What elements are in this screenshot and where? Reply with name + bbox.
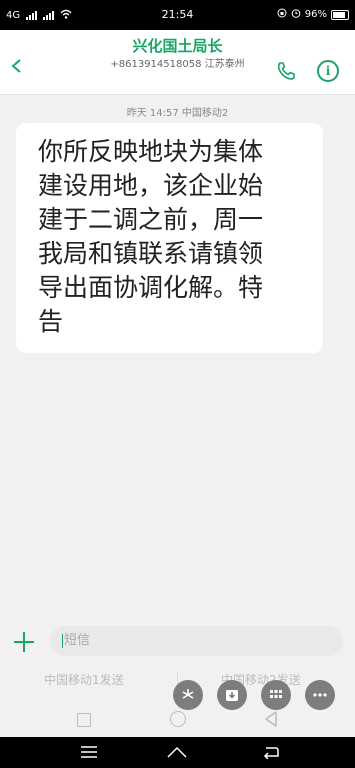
add-icon[interactable] [12, 630, 36, 654]
back-triangle-icon[interactable] [264, 711, 278, 727]
sms-input-placeholder: 短信 [64, 633, 91, 648]
system-nav-bar [0, 737, 355, 768]
lock-rotation-icon [277, 8, 287, 21]
sms-input[interactable]: 短信 [50, 626, 343, 656]
message-timestamp: 昨天 14:57 中国移动2 [126, 108, 229, 119]
message-bubble[interactable]: 你所反映地块为集体 建设用地，该企业始 建于二调之前，周一 我局和镇联系请镇领 … [16, 123, 323, 353]
download-icon[interactable] [217, 680, 247, 710]
conversation-area[interactable]: 昨天 14:57 中国移动2 你所反映地块为集体 建设用地，该企业始 建于二调之… [0, 95, 355, 620]
menu-icon[interactable] [80, 745, 98, 759]
phone-icon[interactable] [275, 60, 297, 82]
more-icon[interactable] [305, 680, 335, 710]
grid-icon[interactable] [261, 680, 291, 710]
conversation-header: 兴化国土局长 +8613914518058 江苏泰州 i [0, 30, 355, 95]
contact-block[interactable]: 兴化国土局长 +8613914518058 江苏泰州 [0, 35, 355, 73]
pinwheel-icon[interactable] [173, 680, 203, 710]
alarm-icon [291, 8, 301, 21]
status-right: 96% [277, 8, 349, 21]
battery-icon [331, 9, 349, 20]
compose-bar: 短信 [0, 620, 355, 665]
contact-number-location: +8613914518058 江苏泰州 [110, 59, 245, 70]
battery-percent: 96% [304, 9, 327, 20]
status-bar: 4G 21:54 96% [0, 0, 355, 30]
info-icon[interactable]: i [317, 60, 339, 82]
recents-square-icon[interactable] [77, 713, 91, 727]
send-sim1-button[interactable]: 中国移动1发送 [44, 671, 124, 688]
return-icon[interactable] [262, 745, 280, 759]
contact-name: 兴化国土局长 [132, 37, 223, 55]
text-cursor [62, 633, 63, 648]
home-icon[interactable] [166, 745, 188, 759]
home-circle-icon[interactable] [170, 711, 186, 727]
app-nav-row [0, 705, 355, 733]
